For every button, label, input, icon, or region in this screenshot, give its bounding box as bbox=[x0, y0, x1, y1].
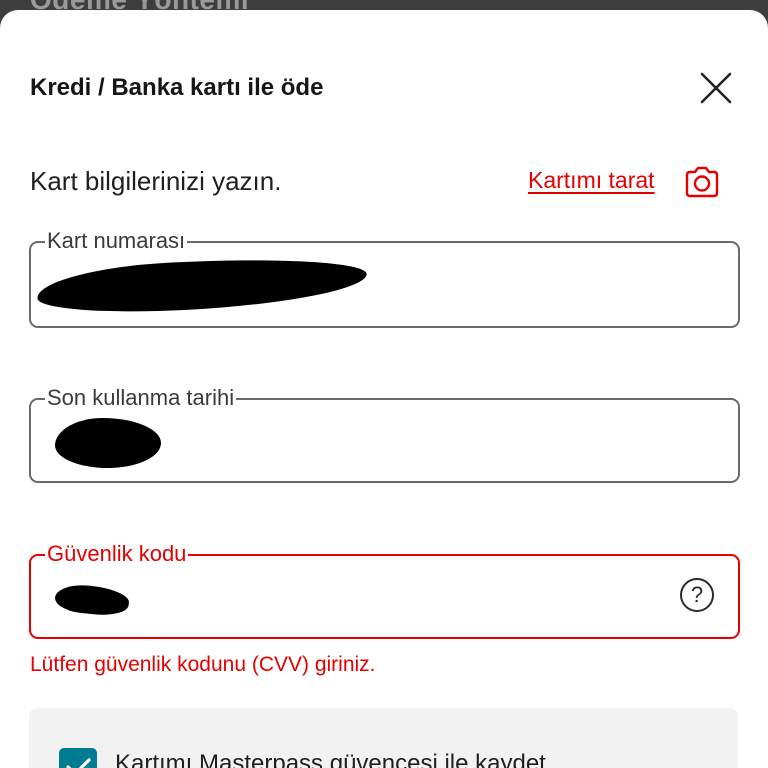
security-code-field[interactable]: Güvenlik kodu ? bbox=[29, 539, 740, 639]
sheet-title: Kredi / Banka kartı ile öde bbox=[30, 74, 324, 101]
help-icon: ? bbox=[690, 582, 704, 607]
expiry-date-redaction bbox=[55, 418, 161, 468]
security-code-error: Lütfen güvenlik kodunu (CVV) giriniz. bbox=[30, 653, 376, 676]
close-button[interactable] bbox=[694, 66, 738, 110]
expiry-date-field[interactable]: Son kullanma tarihi bbox=[29, 383, 740, 483]
camera-icon bbox=[685, 166, 719, 198]
save-card-label: Kartımı Masterpass güvencesi ile kaydet bbox=[115, 750, 546, 768]
payment-card-sheet: Kredi / Banka kartı ile öde Kart bilgile… bbox=[0, 10, 768, 768]
card-info-instruction: Kart bilgilerinizi yazın. bbox=[30, 166, 282, 196]
checkmark-icon bbox=[66, 758, 91, 768]
security-code-input[interactable] bbox=[31, 556, 738, 637]
scan-card-camera-button[interactable] bbox=[683, 164, 721, 200]
scan-card-link[interactable]: Kartımı tarat bbox=[528, 167, 655, 194]
close-icon bbox=[700, 72, 732, 104]
save-card-checkbox[interactable] bbox=[59, 748, 97, 768]
cvv-help-button[interactable]: ? bbox=[680, 578, 714, 612]
card-number-field[interactable]: Kart numarası bbox=[29, 226, 740, 328]
save-card-panel: Kartımı Masterpass güvencesi ile kaydet bbox=[29, 708, 738, 768]
